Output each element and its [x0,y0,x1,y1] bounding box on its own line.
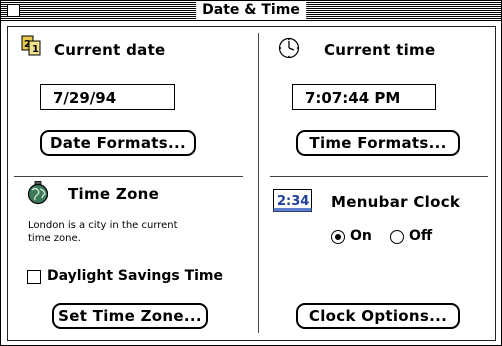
digital-clock-icon: 2:34 [273,189,312,212]
globe-icon [27,181,49,205]
calendar-icon: 2 1 [21,35,41,56]
control-panel: 2 1 Current date 7/29/94 Date Formats...… [7,26,496,341]
time-zone-description: London is a city in the current time zon… [28,220,178,244]
time-zone-heading: Time Zone [68,185,160,203]
current-date-heading: Current date [54,41,166,59]
daylight-savings-checkbox[interactable] [27,270,41,284]
date-field[interactable]: 7/29/94 [40,84,175,110]
clock-icon [278,37,300,59]
window-title: Date & Time [196,1,306,20]
svg-text:1: 1 [32,44,39,55]
clock-options-button[interactable]: Clock Options... [296,303,460,329]
set-time-zone-button[interactable]: Set Time Zone... [52,303,208,329]
clock-off-label[interactable]: Off [409,228,432,244]
right-divider [270,176,488,177]
title-bar[interactable]: Date & Time [1,1,501,21]
clock-off-radio[interactable] [390,230,404,244]
digital-clock-text: 2:34 [277,194,309,209]
left-divider [14,176,243,177]
menubar-clock-heading: Menubar Clock [331,193,461,211]
time-field[interactable]: 7:07:44 PM [292,84,436,110]
clock-on-radio[interactable] [331,230,345,244]
current-time-heading: Current time [324,41,436,59]
date-formats-button[interactable]: Date Formats... [40,130,196,156]
clock-on-label[interactable]: On [350,228,372,244]
daylight-savings-label[interactable]: Daylight Savings Time [47,268,223,284]
vertical-divider [258,33,259,333]
time-formats-button[interactable]: Time Formats... [296,130,460,156]
date-time-window: Date & Time 2 1 Current date 7/29/94 Dat… [0,0,502,346]
close-box[interactable] [7,4,20,17]
